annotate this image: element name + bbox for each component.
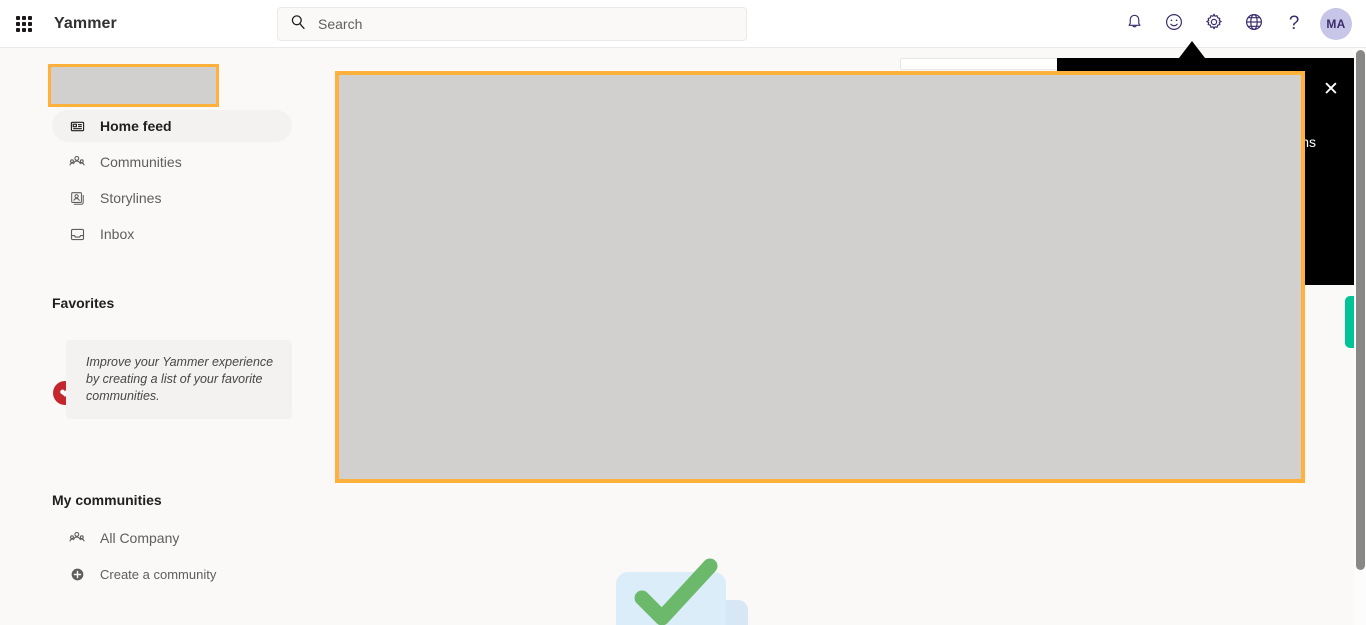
left-sidebar: Home feed Communities Storylines Inbox F…	[0, 48, 320, 625]
suite-header-bar: Yammer Search ? MA	[0, 0, 1366, 48]
favorites-empty-text: Improve your Yammer experience by creati…	[86, 355, 274, 403]
sidebar-item-label: Home feed	[100, 118, 172, 134]
sidebar-top-placeholder-highlight[interactable]	[48, 64, 219, 107]
community-item-all-company[interactable]: All Company	[52, 522, 292, 554]
sidebar-item-label: Communities	[100, 154, 182, 170]
settings-button[interactable]	[1194, 4, 1234, 44]
network-language-button[interactable]	[1234, 4, 1274, 44]
plus-circle-icon	[68, 568, 86, 581]
close-icon[interactable]: ✕	[1318, 76, 1344, 102]
feed-card-edge	[900, 58, 1060, 70]
search-input[interactable]	[318, 16, 698, 32]
sidebar-item-home-feed[interactable]: Home feed	[52, 110, 292, 142]
sidebar-item-label: Storylines	[100, 190, 162, 206]
my-communities-heading: My communities	[52, 492, 162, 508]
community-item-label: All Company	[100, 530, 180, 546]
app-launcher-button[interactable]	[0, 0, 48, 48]
top-actions-group: ? MA	[1114, 0, 1356, 48]
feed-placeholder-highlight[interactable]	[335, 71, 1305, 483]
sidebar-item-inbox[interactable]: Inbox	[52, 218, 292, 250]
storylines-icon	[68, 191, 86, 206]
community-item-label: Create a community	[100, 566, 217, 582]
question-mark-icon: ?	[1288, 13, 1300, 34]
callout-pointer-arrow	[1179, 41, 1205, 58]
avatar[interactable]: MA	[1320, 8, 1352, 40]
favorites-heading: Favorites	[52, 295, 115, 311]
green-checkmark-card-illustration	[616, 550, 748, 625]
notifications-button[interactable]	[1114, 4, 1154, 44]
app-launcher-grid-icon	[16, 15, 32, 32]
create-a-community-button[interactable]: Create a community	[52, 558, 292, 590]
green-check-icon	[634, 558, 718, 625]
home-feed-icon	[68, 119, 86, 134]
smiley-face-icon	[1164, 12, 1184, 37]
app-title[interactable]: Yammer	[54, 15, 117, 33]
sidebar-item-label: Inbox	[100, 226, 135, 242]
bell-icon	[1125, 12, 1144, 36]
favorites-empty-card: Improve your Yammer experience by creati…	[66, 340, 292, 419]
communities-people-icon	[68, 530, 86, 546]
sidebar-item-communities[interactable]: Communities	[52, 146, 292, 178]
gear-icon	[1204, 12, 1224, 37]
my-communities-list: All Company Create a community	[52, 522, 292, 594]
page-scrollbar-thumb[interactable]	[1356, 50, 1365, 570]
feedback-button[interactable]	[1154, 4, 1194, 44]
primary-nav-list: Home feed Communities Storylines Inbox	[52, 110, 292, 254]
help-button[interactable]: ?	[1274, 4, 1314, 44]
communities-people-icon	[68, 154, 86, 170]
feedback-side-tab[interactable]	[1345, 296, 1354, 348]
search-box[interactable]	[277, 7, 747, 41]
sidebar-item-storylines[interactable]: Storylines	[52, 182, 292, 214]
search-icon	[290, 14, 306, 35]
globe-icon	[1244, 12, 1264, 37]
inbox-tray-icon	[68, 227, 86, 242]
